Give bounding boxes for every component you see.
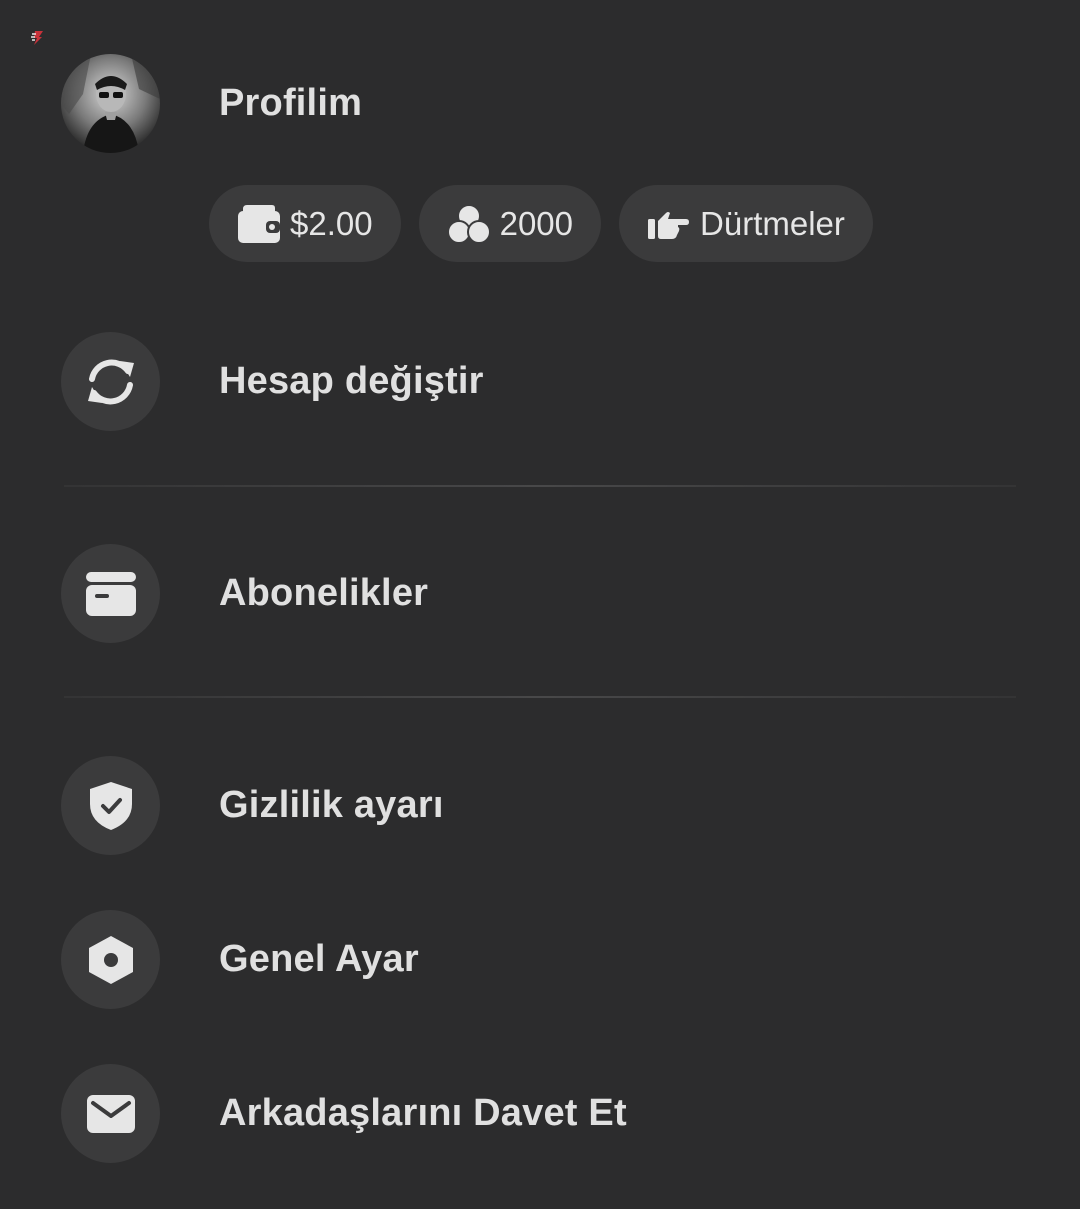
subscriptions-icon-circle — [61, 544, 160, 643]
privacy-label: Gizlilik ayarı — [219, 784, 444, 826]
invite-friends-item[interactable]: Arkadaşlarını Davet Et — [61, 1064, 627, 1163]
hexagon-settings-icon — [88, 935, 133, 984]
subscriptions-label: Abonelikler — [219, 572, 429, 614]
pokes-label: Dürtmeler — [700, 204, 845, 242]
balance-chips: $2.00 2000 Dürtmeler — [209, 185, 873, 262]
mail-icon — [86, 1094, 135, 1133]
general-settings-item[interactable]: Genel Ayar — [61, 910, 419, 1009]
switch-account-item[interactable]: Hesap değiştir — [61, 332, 484, 431]
app-notification-icon — [31, 31, 43, 45]
profile-row[interactable]: Profilim — [61, 54, 362, 153]
wallet-chip[interactable]: $2.00 — [209, 185, 401, 262]
invite-friends-label: Arkadaşlarını Davet Et — [219, 1092, 627, 1134]
switch-account-label: Hesap değiştir — [219, 360, 484, 402]
coin-count: 2000 — [499, 204, 574, 242]
profile-title: Profilim — [219, 82, 363, 124]
coins-icon — [447, 203, 490, 245]
general-settings-label: Genel Ayar — [219, 938, 419, 980]
wallet-balance: $2.00 — [290, 204, 373, 242]
switch-account-icon-circle — [61, 332, 160, 431]
sync-icon — [87, 359, 134, 404]
privacy-item[interactable]: Gizlilik ayarı — [61, 756, 444, 855]
coins-chip[interactable]: 2000 — [418, 185, 602, 262]
general-settings-icon-circle — [61, 910, 160, 1009]
pokes-chip[interactable]: Dürtmeler — [619, 185, 873, 262]
avatar — [61, 54, 160, 153]
pointing-hand-icon — [648, 203, 690, 245]
divider — [64, 485, 1016, 487]
shield-check-icon — [89, 781, 132, 830]
privacy-icon-circle — [61, 756, 160, 855]
card-icon — [85, 571, 136, 616]
subscriptions-item[interactable]: Abonelikler — [61, 544, 428, 643]
invite-icon-circle — [61, 1064, 160, 1163]
divider — [64, 696, 1016, 698]
wallet-icon — [238, 203, 280, 245]
